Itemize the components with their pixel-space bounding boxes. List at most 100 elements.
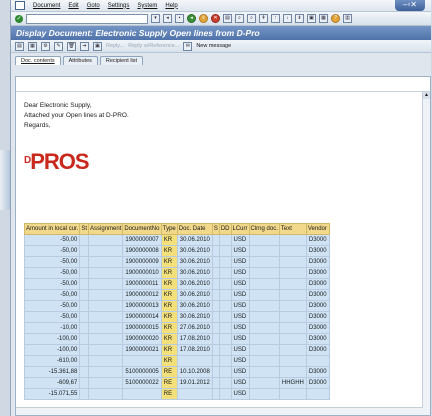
table-cell: -50,00: [23, 300, 81, 312]
object-icon[interactable]: ⚙: [41, 41, 50, 51]
open-lines-table: Amount in local cur. St Assignment Document…: [23, 223, 330, 400]
table-cell: [305, 355, 330, 367]
exit-icon[interactable]: ⇧: [199, 14, 208, 23]
table-cell: RE: [160, 377, 178, 389]
menu-help[interactable]: Help: [165, 3, 177, 9]
table-cell: RE: [160, 366, 178, 378]
save-icon[interactable]: ▪: [175, 14, 184, 23]
column-header[interactable]: Clrng doc.: [248, 223, 280, 235]
column-header[interactable]: Type: [160, 223, 178, 235]
menu-document[interactable]: Document: [33, 3, 60, 9]
scroll-up-icon[interactable]: ▲: [423, 92, 430, 99]
column-header[interactable]: DD: [218, 223, 232, 235]
table-cell: 1900000009: [122, 256, 162, 268]
shortcut-icon[interactable]: ▦: [319, 14, 328, 23]
table-cell: [79, 377, 90, 389]
table-cell: [248, 344, 280, 356]
table-cell: [218, 388, 232, 400]
table-cell: [278, 234, 307, 246]
tab-recipient-list[interactable]: Recipient list: [99, 56, 144, 65]
app-menu-icon[interactable]: [15, 1, 25, 10]
table-cell: USD: [230, 322, 250, 334]
column-header[interactable]: St: [79, 223, 90, 235]
table-row[interactable]: -50,00 1900000010 KR 30.06.2010 USD D3000: [23, 267, 330, 279]
table-cell: D3000: [305, 366, 330, 378]
table-row[interactable]: -50,00 1900000009 KR 30.06.2010 USD D3000: [23, 256, 330, 268]
table-row[interactable]: -50,00 1900000014 KR 30.06.2010 USD D3000: [23, 311, 330, 323]
back-icon[interactable]: ◂: [187, 14, 196, 23]
table-cell: USD: [230, 267, 250, 279]
help-icon[interactable]: ?: [331, 14, 340, 23]
table-cell: 1900000021: [122, 344, 162, 356]
table-row[interactable]: -50,00 1900000012 KR 30.06.2010 USD D3000: [23, 289, 330, 301]
column-header[interactable]: Vendor: [305, 223, 330, 235]
tab-doc-contents[interactable]: Doc. contents: [15, 56, 61, 65]
command-field[interactable]: [26, 13, 148, 24]
enter-icon[interactable]: ✓: [15, 14, 23, 23]
prev-page-icon[interactable]: ↑: [271, 14, 280, 23]
attach-icon[interactable]: ▣: [93, 41, 102, 51]
reply-reference-button[interactable]: Reply w/Reference...: [128, 43, 179, 49]
dropdown-icon[interactable]: ▾: [151, 14, 160, 23]
delete-icon[interactable]: 🗑: [67, 41, 76, 51]
table-row[interactable]: -610,00 KR USD: [23, 355, 330, 367]
table-row[interactable]: -10,00 1900000015 KR 27.06.2010 USD D3000: [23, 322, 330, 334]
table-row[interactable]: -50,00 1900000013 KR 30.06.2010 USD D3000: [23, 300, 330, 312]
reply-button[interactable]: Reply...: [106, 43, 124, 49]
column-header[interactable]: Assignment: [88, 223, 124, 235]
column-header[interactable]: S: [211, 223, 220, 235]
table-cell: [278, 300, 307, 312]
back-nav-icon[interactable]: ◂: [163, 14, 172, 23]
vertical-scrollbar[interactable]: ▲: [422, 92, 430, 415]
column-header[interactable]: LCurr: [230, 223, 250, 235]
table-row[interactable]: -15.071,55 RE USD: [23, 388, 330, 400]
column-header[interactable]: Amount in local cur.: [23, 223, 81, 235]
table-row[interactable]: -15.361,88 5100000005 RE 10.10.2008 USD D3000: [23, 366, 330, 378]
table-cell: RE: [160, 388, 178, 400]
menu-goto[interactable]: Goto: [87, 3, 100, 9]
layout-icon[interactable]: ▥: [343, 14, 352, 23]
window-controls[interactable]: –▫✕: [395, 0, 425, 11]
last-page-icon[interactable]: ⇟: [295, 14, 304, 23]
find-next-icon[interactable]: ⌕: [247, 14, 256, 23]
table-cell: [79, 355, 90, 367]
table-cell: [211, 245, 220, 257]
print-icon[interactable]: ▤: [223, 14, 232, 23]
table-row[interactable]: -50,00 1900000007 KR 30.06.2010 USD D3000: [23, 234, 330, 246]
new-session-icon[interactable]: ▣: [307, 14, 316, 23]
column-header[interactable]: Doc. Date: [176, 223, 213, 235]
table-cell: [79, 333, 90, 345]
column-header[interactable]: DocumentNo: [122, 223, 162, 235]
forward-icon[interactable]: ➔: [80, 41, 89, 51]
first-page-icon[interactable]: ⇞: [259, 14, 268, 23]
change-icon[interactable]: ✎: [54, 41, 63, 51]
table-row[interactable]: -100,00 1900000020 KR 17.08.2010 USD D3000: [23, 333, 330, 345]
table-cell: 17.08.2010: [176, 344, 213, 356]
table-cell: D3000: [305, 234, 330, 246]
tab-attributes[interactable]: Attributes: [62, 56, 98, 65]
cancel-icon[interactable]: ✕: [211, 14, 220, 23]
table-cell: 30.06.2010: [176, 289, 213, 301]
print-doc-icon[interactable]: ▦: [28, 41, 37, 51]
horizontal-scrollbar[interactable]: [16, 407, 423, 415]
table-row[interactable]: -50,00 1900000008 KR 30.06.2010 USD D3000: [23, 245, 330, 257]
table-cell: [79, 388, 90, 400]
table-cell: -50,00: [23, 267, 81, 279]
table-cell: D3000: [305, 322, 330, 334]
next-page-icon[interactable]: ↓: [283, 14, 292, 23]
table-row[interactable]: -50,00 1900000011 KR 30.06.2010 USD D3000: [23, 278, 330, 290]
find-icon[interactable]: ⌕: [235, 14, 244, 23]
display-icon[interactable]: ▤: [15, 41, 24, 51]
menu-edit[interactable]: Edit: [68, 3, 78, 9]
table-row[interactable]: -609,67 5100000022 RE 19.01.2012 USD HHGHH D30…: [23, 377, 330, 389]
table-cell: [218, 300, 232, 312]
table-cell: [218, 311, 232, 323]
column-header[interactable]: Text: [278, 223, 307, 235]
table-row[interactable]: -100,00 1900000021 KR 17.08.2010 USD D3000: [23, 344, 330, 356]
table-cell: [218, 377, 232, 389]
table-cell: [211, 377, 220, 389]
new-message-button[interactable]: New message: [196, 43, 231, 49]
table-cell: 5100000005: [122, 366, 162, 378]
menu-settings[interactable]: Settings: [108, 3, 130, 9]
menu-system[interactable]: System: [137, 3, 157, 9]
